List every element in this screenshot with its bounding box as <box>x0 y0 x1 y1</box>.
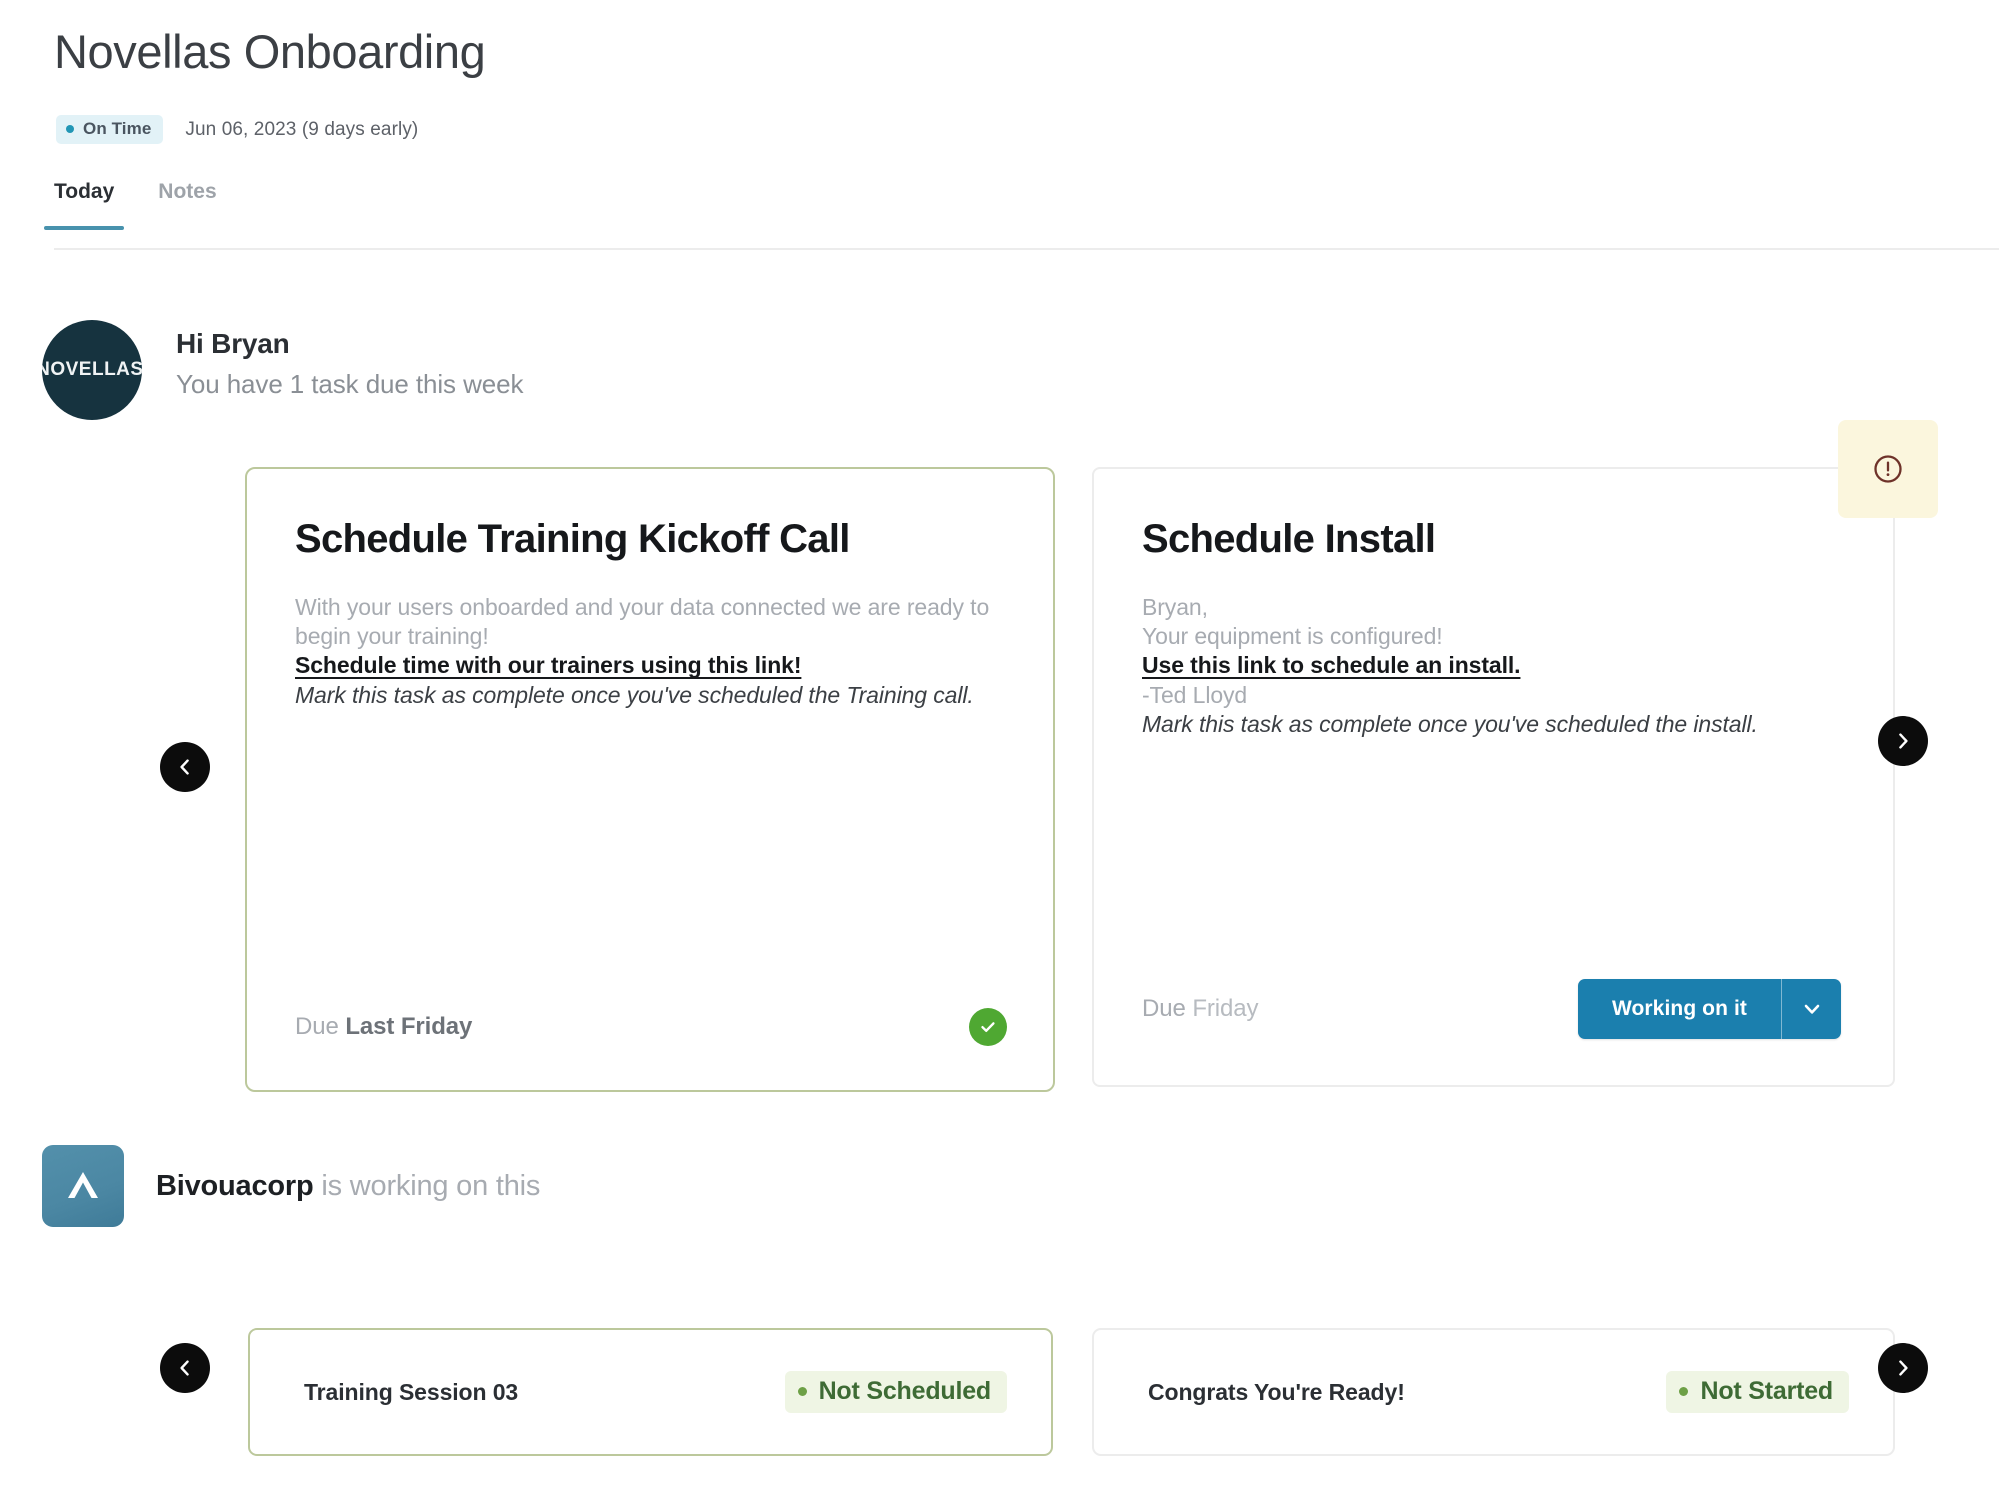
org-name: Bivouacorp <box>156 1169 314 1202</box>
task-card-content: Schedule Install Bryan, Your equipment i… <box>1094 469 1893 739</box>
status-dot-icon <box>66 125 74 133</box>
milestone-title: Training Session 03 <box>304 1378 519 1405</box>
greeting-block: NOVELLAS Hi Bryan You have 1 task due th… <box>42 320 523 420</box>
task-body-salutation: Bryan, <box>1142 594 1208 620</box>
mark-complete-button[interactable] <box>969 1008 1007 1046</box>
org-working-suffix: is working on this <box>321 1169 541 1202</box>
task-due-value: Friday <box>1192 995 1259 1022</box>
status-badge: On Time <box>56 115 164 144</box>
chevron-right-icon <box>1899 1360 1908 1376</box>
task-card-carousel: Schedule Training Kickoff Call With your… <box>0 467 1999 1092</box>
due-date-text: Jun 06, 2023 (9 days early) <box>185 118 419 140</box>
milestone-title: Congrats You're Ready! <box>1148 1378 1405 1405</box>
task-body-signature: -Ted Lloyd <box>1142 681 1248 708</box>
task-body-instruction: Mark this task as complete once you've s… <box>295 681 974 708</box>
milestone-status-label: Not Started <box>1700 1377 1833 1405</box>
task-due-label: Due Friday <box>1142 995 1259 1023</box>
task-card-body: With your users onboarded and your data … <box>295 593 1003 710</box>
greeting-subtitle: You have 1 task due this week <box>176 369 524 399</box>
carousel-prev-button-milestones[interactable] <box>160 1343 210 1393</box>
org-working-label: Bivouacorp is working on this <box>156 1170 540 1203</box>
task-due-prefix: Due <box>295 1013 339 1040</box>
alert-circle-icon <box>1874 455 1902 483</box>
greeting-title: Hi Bryan <box>176 328 290 359</box>
task-body-description: Your equipment is configured! <box>1142 623 1443 650</box>
task-status-button[interactable]: Working on it <box>1577 979 1841 1039</box>
task-card-body: Bryan, Your equipment is configured! Use… <box>1142 593 1843 739</box>
task-card-schedule-install[interactable]: Schedule Install Bryan, Your equipment i… <box>1092 467 1895 1087</box>
header-meta: On Time Jun 06, 2023 (9 days early) <box>56 115 418 144</box>
org-logo <box>42 1145 124 1227</box>
task-status-button-label: Working on it <box>1611 997 1747 1020</box>
task-card-schedule-training-kickoff-call[interactable]: Schedule Training Kickoff Call With your… <box>245 467 1055 1092</box>
avatar: NOVELLAS <box>42 320 142 420</box>
task-due-prefix: Due <box>1142 995 1186 1022</box>
carousel-next-button-tasks[interactable] <box>1878 716 1928 766</box>
task-body-instruction: Mark this task as complete once you've s… <box>1142 710 1758 737</box>
carousel-prev-button-tasks[interactable] <box>160 742 210 792</box>
chevron-left-icon <box>180 759 189 775</box>
milestone-carousel: Training Session 03 Not Scheduled Congra… <box>0 1328 1999 1458</box>
milestone-card-training-session-03[interactable]: Training Session 03 Not Scheduled <box>248 1328 1053 1456</box>
task-card-title: Schedule Training Kickoff Call <box>295 517 850 561</box>
milestone-status-label: Not Scheduled <box>818 1377 992 1405</box>
task-body-link[interactable]: Schedule time with our trainers using th… <box>295 651 1003 680</box>
task-card-content: Schedule Training Kickoff Call With your… <box>247 469 1053 710</box>
status-dot-icon <box>1679 1387 1689 1396</box>
milestone-status-badge: Not Scheduled <box>784 1371 1007 1413</box>
greeting-text: Hi Bryan You have 1 task due this week <box>176 320 523 400</box>
tab-today[interactable]: Today <box>43 180 125 230</box>
chevron-down-icon[interactable] <box>1781 979 1841 1039</box>
milestone-status-badge: Not Started <box>1666 1371 1849 1413</box>
milestone-card-congrats-youre-ready[interactable]: Congrats You're Ready! Not Started <box>1092 1328 1895 1456</box>
tab-notes[interactable]: Notes <box>158 180 216 230</box>
task-card-footer: Due Friday Working on it <box>1094 979 1893 1085</box>
header-divider <box>54 248 1999 250</box>
overdue-warning-flag <box>1838 420 1938 518</box>
task-card-footer: Due Last Friday <box>247 1008 1053 1090</box>
chevron-left-icon <box>180 1360 189 1376</box>
page-title: Novellas Onboarding <box>54 25 486 78</box>
org-working-row: Bivouacorp is working on this <box>42 1145 540 1227</box>
tab-bar: Today Notes <box>43 180 217 230</box>
avatar-label: NOVELLAS <box>42 359 142 380</box>
task-due-label: Due Last Friday <box>295 1013 472 1041</box>
chevron-right-icon <box>1899 733 1908 749</box>
carousel-next-button-milestones[interactable] <box>1878 1343 1928 1393</box>
bivouacorp-logo-icon <box>68 1172 98 1198</box>
task-body-description: With your users onboarded and your data … <box>295 594 990 650</box>
onboarding-page: Novellas Onboarding On Time Jun 06, 2023… <box>0 0 1999 1489</box>
status-dot-icon <box>797 1387 807 1396</box>
status-badge-label: On Time <box>83 119 152 138</box>
task-due-value: Last Friday <box>345 1013 473 1040</box>
task-card-title: Schedule Install <box>1142 517 1436 561</box>
task-body-link[interactable]: Use this link to schedule an install. <box>1142 651 1843 680</box>
